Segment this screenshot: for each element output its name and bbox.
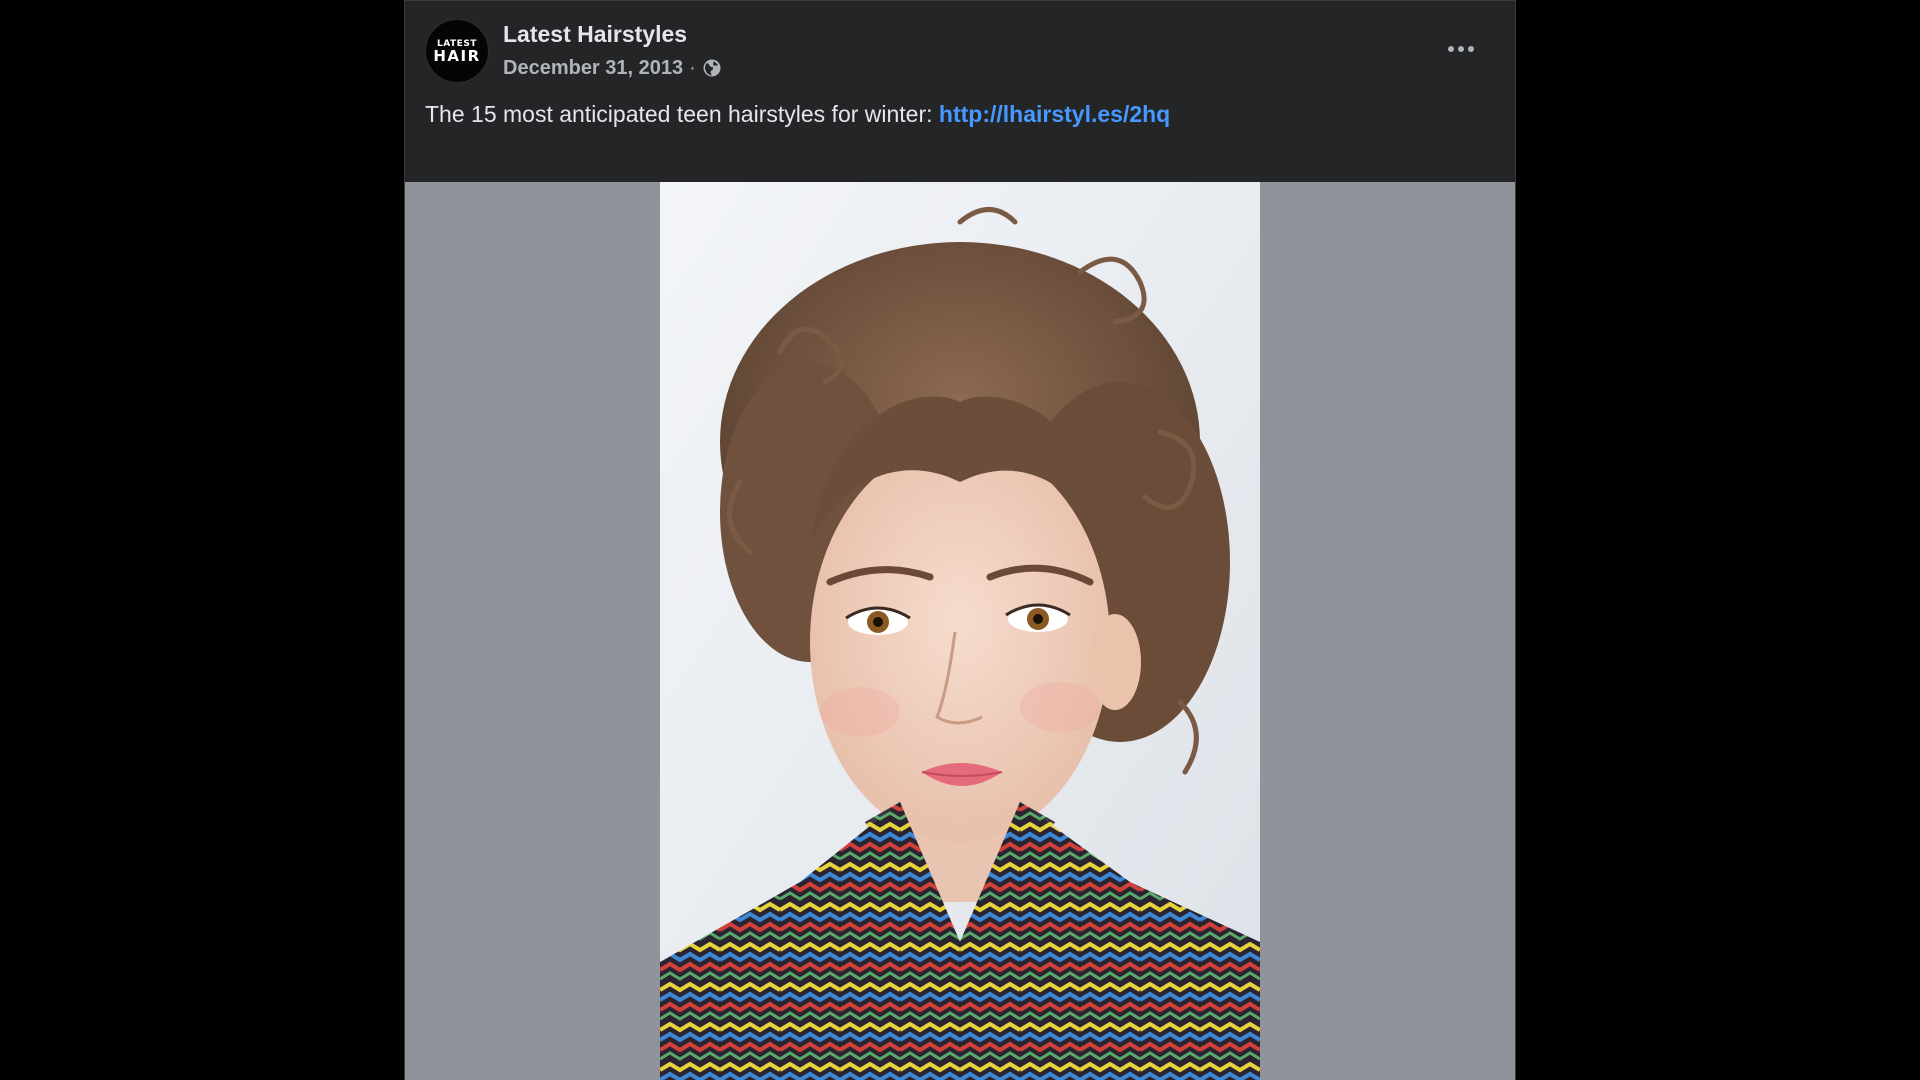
globe-icon[interactable]: [702, 58, 722, 78]
facebook-post-card: LATEST HAIR Latest Hairstyles December 3…: [404, 0, 1516, 1080]
meta-separator: ·: [689, 57, 696, 79]
avatar-logo-text-bottom: HAIR: [433, 46, 481, 65]
post-photo[interactable]: [660, 182, 1260, 1080]
post-message-text: The 15 most anticipated teen hairstyles …: [425, 101, 933, 127]
post-media-area: [405, 182, 1515, 1080]
post-link[interactable]: http://lhairstyl.es/2hq: [939, 101, 1170, 127]
post-message: The 15 most anticipated teen hairstyles …: [425, 99, 1170, 129]
more-options-button[interactable]: [1441, 35, 1481, 63]
post-header: LATEST HAIR Latest Hairstyles December 3…: [405, 1, 1515, 101]
page-avatar[interactable]: LATEST HAIR: [425, 19, 489, 83]
more-options-icon: [1448, 46, 1454, 52]
portrait-photo: [660, 182, 1260, 1080]
page-name-link[interactable]: Latest Hairstyles: [503, 20, 687, 48]
more-options-dot: [1468, 46, 1474, 52]
more-options-dot: [1458, 46, 1464, 52]
post-meta: December 31, 2013 ·: [503, 55, 722, 81]
post-timestamp[interactable]: December 31, 2013: [503, 55, 683, 81]
